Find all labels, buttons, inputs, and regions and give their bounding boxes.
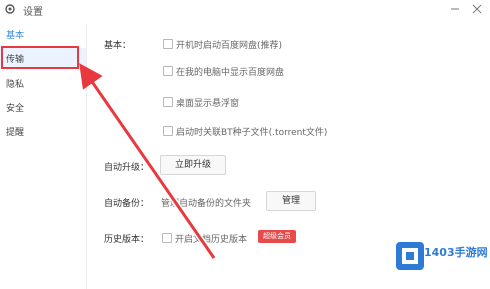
site-watermark: 1403手游网 <box>424 246 488 259</box>
sidebar-item-security[interactable]: 安全 <box>0 97 86 117</box>
sidebar-item-label: 基本 <box>6 31 25 41</box>
floating-window-checkbox[interactable] <box>163 97 173 107</box>
bt-association-label: 启动时关联BT种子文件(.torrent文件) <box>176 128 328 138</box>
auto-upgrade-label: 自动升级： <box>104 163 150 173</box>
floating-window-label: 桌面显示悬浮窗 <box>176 99 240 109</box>
title-bar: 设置 <box>0 0 490 20</box>
history-label: 历史版本： <box>104 235 150 245</box>
sidebar-item-label: 提醒 <box>6 128 25 138</box>
minimize-icon[interactable] <box>448 2 462 16</box>
history-option-label: 开启文档历史版本 <box>175 235 248 245</box>
auto-backup-description: 管理自动备份的文件夹 <box>161 199 252 209</box>
manage-button[interactable]: 管理 <box>266 191 316 211</box>
super-vip-badge: 超级会员 <box>258 230 296 243</box>
sidebar-divider <box>86 24 87 289</box>
upgrade-now-button[interactable]: 立即升级 <box>160 155 226 175</box>
auto-backup-label: 自动备份： <box>104 199 150 209</box>
sidebar-item-label: 安全 <box>6 104 25 114</box>
startup-checkbox[interactable] <box>163 39 173 49</box>
sidebar-item-privacy[interactable]: 隐私 <box>0 73 86 93</box>
basic-label: 基本： <box>104 41 132 51</box>
sidebar-item-label: 隐私 <box>6 80 25 90</box>
close-icon[interactable] <box>470 2 484 16</box>
sidebar-item-reminder[interactable]: 提醒 <box>0 121 86 141</box>
show-in-computer-label: 在我的电脑中显示百度网盘 <box>176 68 285 78</box>
settings-window: 设置 基本 传输 隐私 安全 提醒 基本： 开机时启动百度网盘(推荐) 在我的电… <box>0 0 490 289</box>
history-checkbox[interactable] <box>162 233 172 243</box>
transfer-callout-box <box>1 46 79 69</box>
gear-icon <box>5 4 15 14</box>
window-title: 设置 <box>23 7 43 18</box>
bt-association-checkbox[interactable] <box>163 126 173 136</box>
sidebar-item-basic[interactable]: 基本 <box>0 24 86 44</box>
show-in-computer-checkbox[interactable] <box>163 66 173 76</box>
startup-option-label: 开机时启动百度网盘(推荐) <box>176 41 283 51</box>
